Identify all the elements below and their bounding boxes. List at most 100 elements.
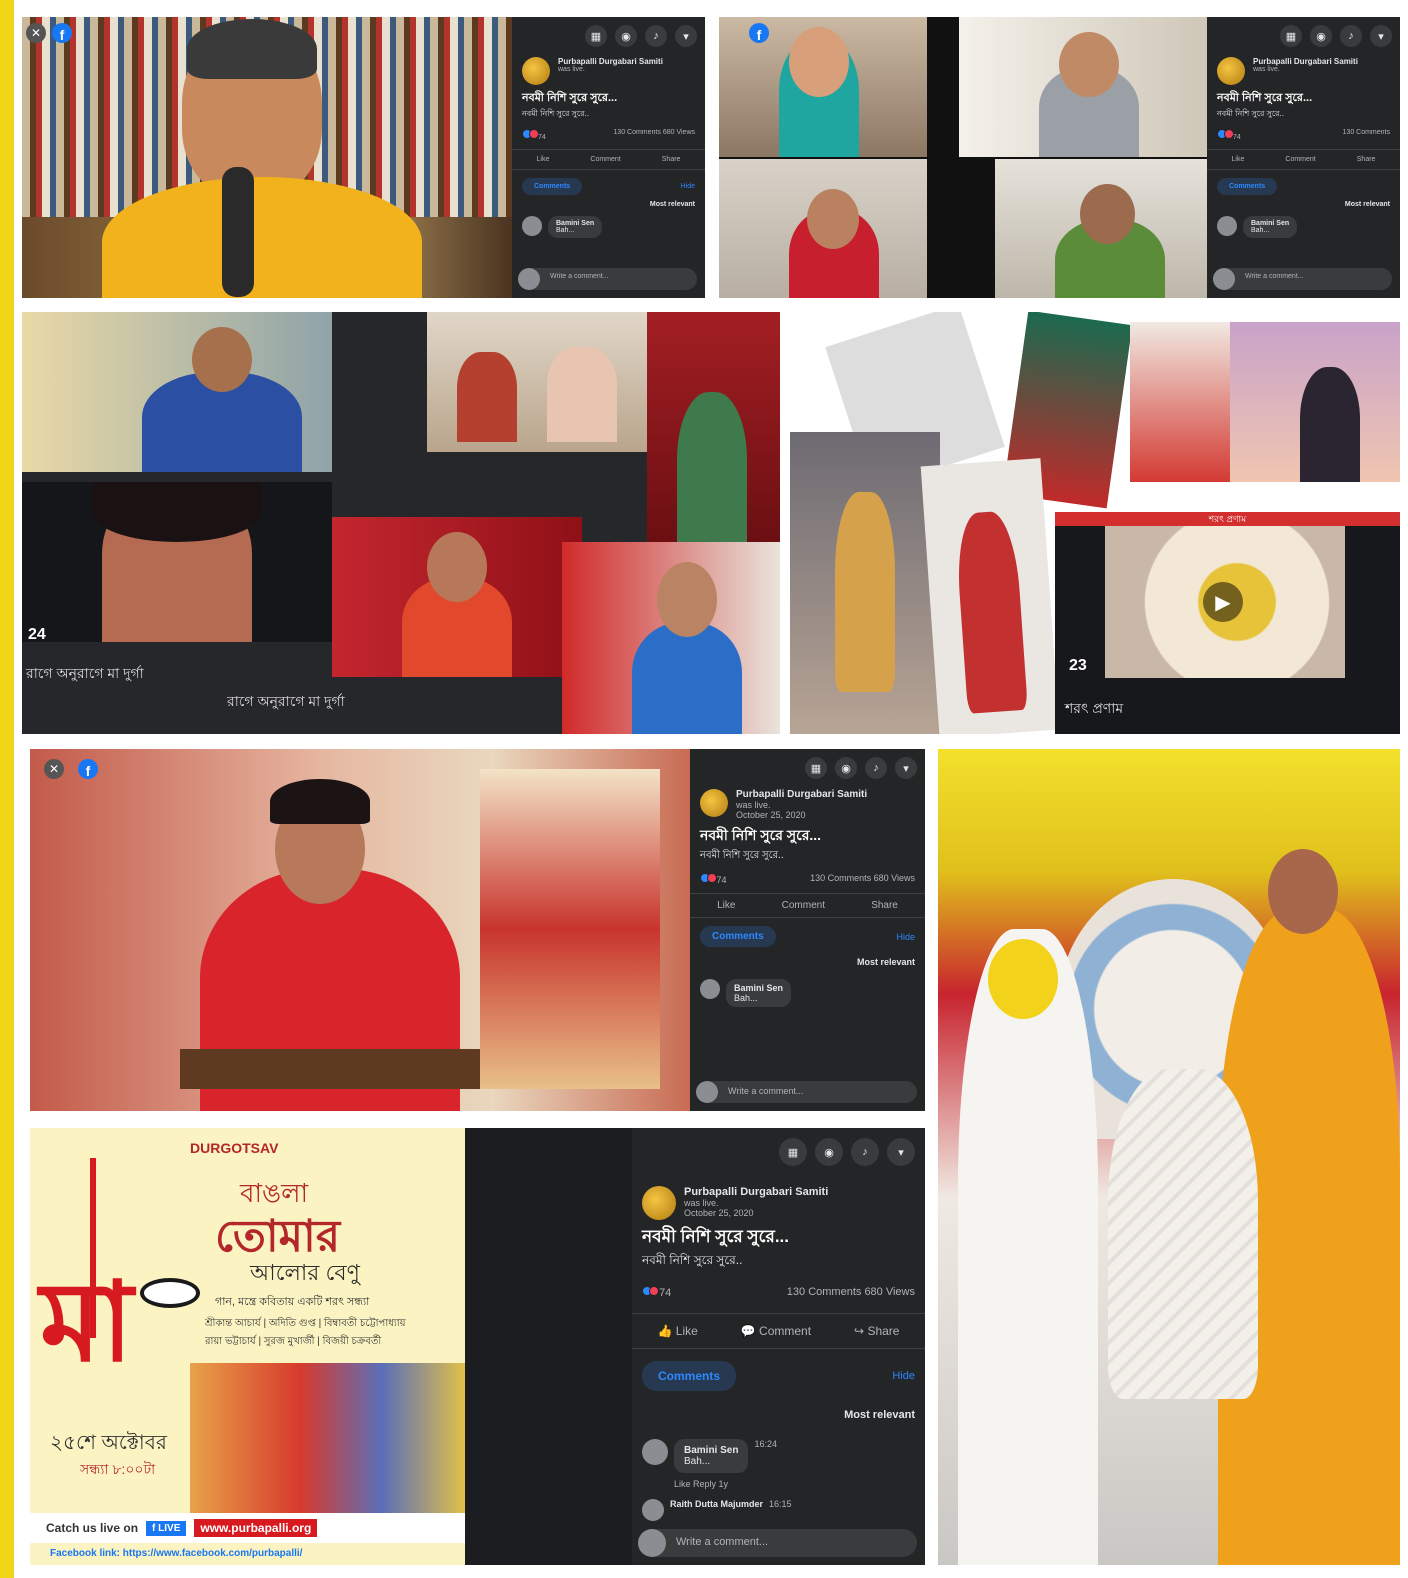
comment-author-2[interactable]: Raith Dutta Majumder <box>670 1499 763 1521</box>
tab-comments[interactable]: Comments <box>700 926 776 947</box>
page-name[interactable]: Purbapalli Durgabari Samiti <box>558 57 663 66</box>
share-button[interactable]: ↪ Share <box>854 1324 899 1338</box>
video-caption-a-2[interactable]: রাগে অনুরাগে মা দুর্গা <box>227 690 345 714</box>
play-icon[interactable]: ▶ <box>1203 582 1243 622</box>
like-button[interactable]: 👍 Like <box>657 1324 697 1338</box>
share-button[interactable]: Share <box>662 156 681 163</box>
commenter-avatar[interactable] <box>522 216 542 236</box>
page-name[interactable]: Purbapalli Durgabari Samiti <box>1253 57 1358 66</box>
grid-icon[interactable]: ▦ <box>805 757 827 779</box>
video-woman-blue-kurta[interactable] <box>562 542 780 734</box>
comment-input[interactable]: Write a comment... <box>518 268 697 290</box>
post-date[interactable]: October 25, 2020 <box>684 1208 828 1218</box>
video-tile-singer-2[interactable] <box>719 159 927 298</box>
video-singer-red[interactable] <box>332 517 582 677</box>
video-tile-singer-4[interactable] <box>995 159 1207 298</box>
comments-count[interactable]: 130 Comments <box>1343 129 1390 141</box>
comment-button[interactable]: 💬 Comment <box>741 1324 811 1338</box>
poster-time: সন্ধ্যা ৮:০০টা <box>80 1461 156 1477</box>
commenter-avatar[interactable] <box>642 1439 668 1465</box>
reaction-count[interactable]: 74 <box>659 1287 671 1299</box>
page-avatar[interactable] <box>700 789 728 817</box>
messenger-icon[interactable]: ◉ <box>615 25 637 47</box>
poster-fb-link[interactable]: Facebook link: https://www.facebook.com/… <box>50 1548 302 1559</box>
grid-icon[interactable]: ▦ <box>585 25 607 47</box>
page-avatar[interactable] <box>642 1186 676 1220</box>
grid-icon[interactable]: ▦ <box>1280 25 1302 47</box>
page-name[interactable]: Purbapalli Durgabari Samiti <box>736 789 867 800</box>
dropdown-icon[interactable]: ▾ <box>895 757 917 779</box>
hide-link[interactable]: Hide <box>892 1370 915 1382</box>
facebook-sidebar: ▦ ◉ ♪ ▾ Purbapalli Durgabari Samiti was … <box>512 17 705 298</box>
comment-button[interactable]: Comment <box>1285 156 1315 163</box>
like-button[interactable]: Like <box>537 156 550 163</box>
tab-comments[interactable]: Comments <box>522 178 583 195</box>
dropdown-icon[interactable]: ▾ <box>887 1138 915 1166</box>
video-frame[interactable] <box>22 17 512 298</box>
sort-dropdown[interactable]: Most relevant <box>690 949 925 975</box>
post-description: নবমী নিশি সুরে সুরে.. <box>700 850 784 861</box>
video-frame[interactable] <box>30 749 690 1111</box>
comment-button[interactable]: Comment <box>782 900 825 911</box>
video-durga-thumbnail[interactable]: শরৎ প্রণাম ▶ 23 শরৎ প্রণাম <box>1055 512 1400 734</box>
poster-url[interactable]: www.purbapalli.org <box>194 1519 318 1537</box>
video-tabla-player[interactable] <box>427 312 647 452</box>
close-icon[interactable]: ✕ <box>44 759 64 779</box>
commenter-avatar[interactable] <box>1217 216 1237 236</box>
like-button[interactable]: Like <box>1232 156 1245 163</box>
page-name[interactable]: Purbapalli Durgabari Samiti <box>684 1186 828 1198</box>
dropdown-icon[interactable]: ▾ <box>1370 25 1392 47</box>
comments-count[interactable]: 130 Comments <box>787 1286 862 1298</box>
bell-icon[interactable]: ♪ <box>1340 25 1362 47</box>
commenter-avatar[interactable] <box>700 979 720 999</box>
messenger-icon[interactable]: ◉ <box>815 1138 843 1166</box>
commenter-avatar[interactable] <box>642 1499 664 1521</box>
bell-icon[interactable]: ♪ <box>865 757 887 779</box>
share-button[interactable]: Share <box>871 900 898 911</box>
hide-link[interactable]: Hide <box>681 183 695 190</box>
comments-count[interactable]: 130 Comments <box>810 873 871 883</box>
video-caption-b[interactable]: শরৎ প্রণাম <box>1065 697 1123 721</box>
bell-icon[interactable]: ♪ <box>645 25 667 47</box>
reaction-count[interactable]: 74 <box>717 875 727 885</box>
tab-comments[interactable]: Comments <box>1217 178 1278 195</box>
comment-meta[interactable]: Like Reply 1y <box>632 1477 925 1491</box>
comment-author[interactable]: Bamini Sen <box>556 220 594 227</box>
comment-button[interactable]: Comment <box>590 156 620 163</box>
photo-girl-red-dress[interactable] <box>1130 322 1230 482</box>
dropdown-icon[interactable]: ▾ <box>675 25 697 47</box>
comment-author[interactable]: Bamini Sen <box>684 1445 738 1456</box>
bell-icon[interactable]: ♪ <box>851 1138 879 1166</box>
video-woman-saree[interactable] <box>647 312 780 542</box>
messenger-icon[interactable]: ◉ <box>835 757 857 779</box>
hide-link[interactable]: Hide <box>896 932 915 942</box>
sort-dropdown[interactable]: Most relevant <box>1207 197 1400 212</box>
video-caption-a[interactable]: রাগে অনুরাগে মা দুর্গা <box>26 662 144 686</box>
video-man-blue-shirt[interactable] <box>22 312 332 472</box>
photo-silhouette[interactable] <box>1230 322 1400 482</box>
page-avatar[interactable] <box>1217 57 1245 85</box>
comment-author[interactable]: Bamini Sen <box>1251 220 1289 227</box>
reaction-count[interactable]: 74 <box>1233 134 1241 141</box>
singer-hair <box>187 19 317 79</box>
like-button[interactable]: Like <box>717 900 735 911</box>
page-avatar[interactable] <box>522 57 550 85</box>
share-button[interactable]: Share <box>1357 156 1376 163</box>
comment-input[interactable]: Write a comment... <box>1213 268 1392 290</box>
close-icon[interactable]: ✕ <box>26 23 46 43</box>
video-singer-eyes-closed[interactable] <box>22 482 332 642</box>
tab-comments[interactable]: Comments <box>642 1361 737 1391</box>
photo-dancer-red[interactable] <box>920 458 1060 734</box>
sort-dropdown[interactable]: Most relevant <box>512 197 705 212</box>
photo-dancer-yellow[interactable] <box>790 432 940 734</box>
comments-count[interactable]: 130 Comments <box>613 129 660 136</box>
sort-dropdown[interactable]: Most relevant <box>632 1395 925 1435</box>
grid-icon[interactable]: ▦ <box>779 1138 807 1166</box>
post-date[interactable]: October 25, 2020 <box>736 810 867 820</box>
video-tile-singer-3[interactable] <box>959 17 1207 157</box>
comment-input[interactable]: Write a comment... <box>638 1529 917 1557</box>
comment-author[interactable]: Bamini Sen <box>734 983 783 993</box>
reaction-count[interactable]: 74 <box>538 134 546 141</box>
messenger-icon[interactable]: ◉ <box>1310 25 1332 47</box>
comment-input[interactable]: Write a comment... <box>696 1081 917 1103</box>
